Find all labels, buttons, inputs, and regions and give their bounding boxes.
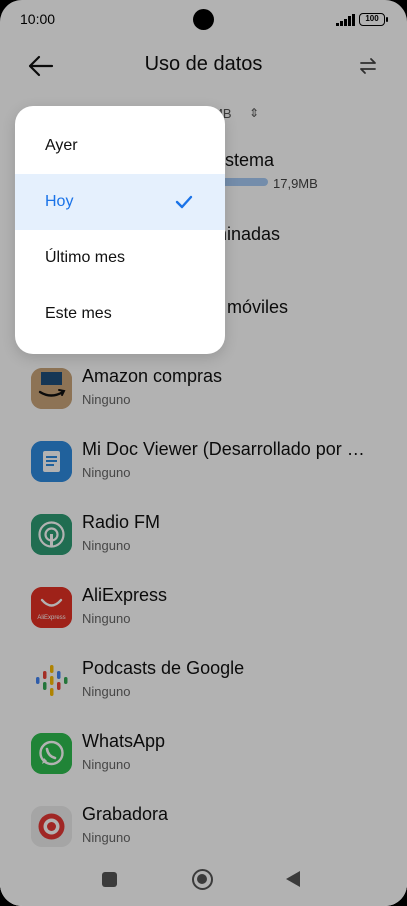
menu-item-este-mes[interactable]: Este mes bbox=[15, 286, 225, 342]
period-dropdown-menu: Ayer Hoy Último mes Este mes bbox=[15, 106, 225, 354]
menu-item-ayer[interactable]: Ayer bbox=[15, 118, 225, 174]
menu-item-label: Ayer bbox=[45, 137, 78, 154]
menu-item-ultimo-mes[interactable]: Último mes bbox=[15, 230, 225, 286]
menu-item-label: Último mes bbox=[45, 249, 126, 266]
menu-item-label: Este mes bbox=[45, 305, 112, 322]
checkmark-icon bbox=[175, 195, 193, 209]
menu-item-label: Hoy bbox=[45, 193, 74, 210]
phone-screen: 10:00 100 Uso de datos MB ⇕ sistema 17,9… bbox=[0, 0, 407, 906]
menu-item-hoy[interactable]: Hoy bbox=[15, 174, 225, 230]
